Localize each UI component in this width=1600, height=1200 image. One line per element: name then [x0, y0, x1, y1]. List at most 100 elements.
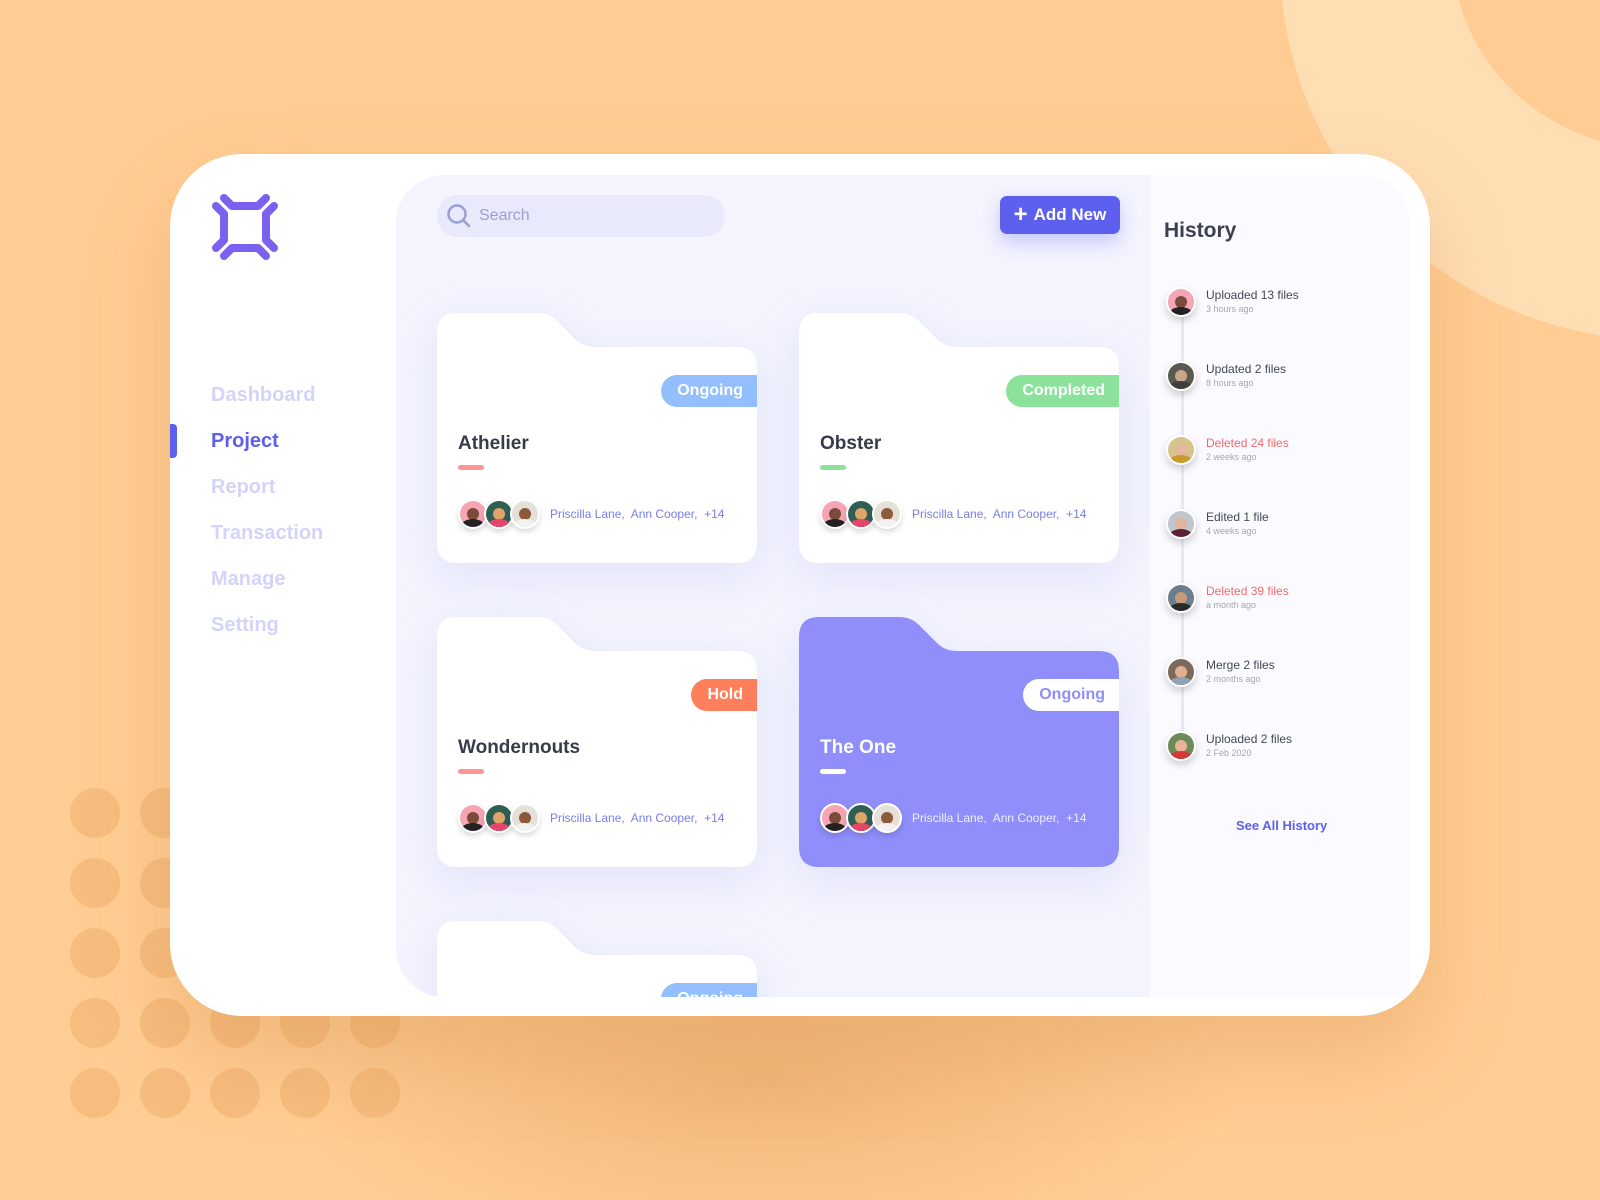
history-time: 8 hours ago [1206, 378, 1254, 388]
project-card-athelier[interactable]: Ongoing Athelier Priscilla Lane, Ann Coop… [437, 313, 757, 563]
history-item[interactable]: Uploaded 2 files 2 Feb 2020 [1166, 731, 1292, 761]
sidebar-item-setting[interactable]: Setting [170, 602, 390, 648]
history-text: Deleted 39 files a month ago [1206, 583, 1289, 612]
see-all-history-link[interactable]: See All History [1236, 818, 1327, 833]
dot [70, 1068, 120, 1118]
active-indicator [170, 424, 177, 458]
dot [280, 1068, 330, 1118]
avatar [1166, 731, 1196, 761]
avatar-body [849, 823, 873, 831]
history-item[interactable]: Deleted 39 files a month ago [1166, 583, 1289, 613]
search-bar[interactable] [437, 195, 725, 237]
avatar-face [855, 811, 867, 824]
search-input[interactable] [479, 207, 699, 225]
add-new-button[interactable]: + Add New [1000, 196, 1120, 234]
member-list: Priscilla Lane, Ann Cooper, +14 [458, 803, 724, 833]
avatar-body [1169, 381, 1193, 389]
avatar-body [487, 823, 511, 831]
projects-panel: + Add New Ongoing Athelier Priscilla Lane… [396, 175, 1150, 997]
status-badge: Ongoing [1023, 679, 1119, 711]
avatar-face [493, 507, 505, 520]
project-card-wondernouts[interactable]: Hold Wondernouts Priscilla Lane, Ann Coop… [437, 617, 757, 867]
member-list: Priscilla Lane, Ann Cooper, +14 [458, 499, 724, 529]
project-status-underline [458, 769, 484, 774]
history-item[interactable]: Uploaded 13 files 3 hours ago [1166, 287, 1299, 317]
avatar [1166, 287, 1196, 317]
app-window: Dashboard Project Report Transaction Man… [170, 154, 1430, 1016]
avatar-face [1175, 665, 1187, 678]
history-item[interactable]: Merge 2 files 2 months ago [1166, 657, 1275, 687]
avatar-body [513, 823, 537, 831]
status-badge: Completed [1006, 375, 1119, 407]
avatar-face [1175, 591, 1187, 604]
history-item[interactable]: Edited 1 file 4 weeks ago [1166, 509, 1269, 539]
history-text: Updated 2 files 8 hours ago [1206, 361, 1286, 390]
avatar [1166, 657, 1196, 687]
plus-icon: + [1013, 201, 1028, 228]
avatar-face [829, 507, 841, 520]
sidebar-item-label: Dashboard [211, 384, 316, 406]
history-text: Edited 1 file 4 weeks ago [1206, 509, 1269, 538]
history-text: Uploaded 13 files 3 hours ago [1206, 287, 1299, 316]
avatar-face [1175, 295, 1187, 308]
avatar-body [849, 519, 873, 527]
dot [210, 1068, 260, 1118]
member-list: Priscilla Lane, Ann Cooper, +14 [820, 803, 1086, 833]
sidebar-item-dashboard[interactable]: Dashboard [170, 372, 390, 418]
history-time: 3 hours ago [1206, 304, 1254, 314]
project-card-obster[interactable]: Completed Obster Priscilla Lane, Ann Coop… [799, 313, 1119, 563]
history-text: Merge 2 files 2 months ago [1206, 657, 1275, 686]
avatar-face [881, 811, 893, 824]
dot [70, 788, 120, 838]
avatar-body [875, 519, 899, 527]
project-title: Wondernouts [458, 737, 581, 758]
avatar-body [1169, 455, 1193, 463]
avatar-body [513, 519, 537, 527]
avatar-body [875, 823, 899, 831]
project-title: The One [820, 737, 897, 758]
project-status-underline [820, 465, 846, 470]
project-card-partial[interactable]: Ongoing [437, 921, 757, 997]
dot [70, 998, 120, 1048]
sidebar-item-label: Transaction [211, 522, 324, 544]
avatar [872, 499, 902, 529]
dot [70, 928, 120, 978]
history-item[interactable]: Updated 2 files 8 hours ago [1166, 361, 1286, 391]
project-card-the-one[interactable]: Ongoing The One Priscilla Lane, Ann Coope… [799, 617, 1119, 867]
avatar-body [1169, 603, 1193, 611]
history-action: Merge 2 files [1206, 658, 1275, 672]
avatar-body [1169, 307, 1193, 315]
history-time: 4 weeks ago [1206, 526, 1257, 536]
history-action: Deleted 24 files [1206, 436, 1289, 450]
logo-icon[interactable] [210, 192, 280, 262]
sidebar-item-project[interactable]: Project [170, 418, 390, 464]
member-names: Priscilla Lane, Ann Cooper, +14 [550, 811, 725, 825]
search-icon [447, 204, 471, 228]
history-action: Deleted 39 files [1206, 584, 1289, 598]
project-status-underline [820, 769, 846, 774]
history-text: Deleted 24 files 2 weeks ago [1206, 435, 1289, 464]
history-title: History [1164, 219, 1237, 242]
history-item[interactable]: Deleted 24 files 2 weeks ago [1166, 435, 1289, 465]
avatar-body [487, 519, 511, 527]
project-title: Obster [820, 433, 882, 454]
status-badge: Ongoing [661, 983, 757, 997]
member-names: Priscilla Lane, Ann Cooper, +14 [912, 811, 1087, 825]
avatar-body [461, 823, 485, 831]
member-list: Priscilla Lane, Ann Cooper, +14 [820, 499, 1086, 529]
sidebar-item-report[interactable]: Report [170, 464, 390, 510]
avatar-face [519, 507, 531, 520]
sidebar-item-manage[interactable]: Manage [170, 556, 390, 602]
sidebar-item-transaction[interactable]: Transaction [170, 510, 390, 556]
history-action: Uploaded 2 files [1206, 732, 1293, 746]
avatar-face [855, 507, 867, 520]
history-time: 2 months ago [1206, 674, 1261, 684]
avatar-face [467, 507, 479, 520]
member-names: Priscilla Lane, Ann Cooper, +14 [912, 507, 1087, 521]
avatar-face [1175, 369, 1187, 382]
history-panel: History Uploaded 13 files 3 hours ago Up… [1150, 175, 1410, 997]
avatar-face [1175, 517, 1187, 530]
avatar-body [823, 519, 847, 527]
avatar-body [461, 519, 485, 527]
avatar-face [1175, 443, 1187, 456]
